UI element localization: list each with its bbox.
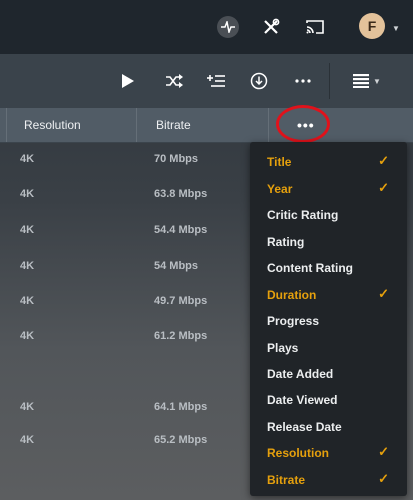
menu-item-label: Plays: [267, 341, 299, 355]
table-row[interactable]: 4K 65.2 Mbps: [0, 434, 250, 454]
cast-icon[interactable]: [304, 16, 326, 38]
menu-item-critic-rating[interactable]: Critic Rating: [250, 202, 407, 228]
download-icon[interactable]: [247, 69, 271, 93]
menu-item-resolution[interactable]: Resolution ✓: [250, 440, 407, 466]
resolution-cell: 4K: [20, 260, 35, 272]
menu-item-label: Release Date: [267, 420, 342, 434]
column-divider: [268, 108, 269, 142]
menu-item-date-added[interactable]: Date Added: [250, 361, 407, 387]
menu-item-bitrate[interactable]: Bitrate ✓: [250, 467, 407, 493]
settings-tools-icon[interactable]: [260, 16, 282, 38]
resolution-cell: 4K: [20, 224, 35, 236]
bitrate-cell: 63.8 Mbps: [154, 188, 208, 200]
menu-item-label: Resolution: [267, 446, 329, 460]
menu-item-label: Title: [267, 155, 292, 169]
menu-item-label: Year: [267, 182, 293, 196]
menu-item-title[interactable]: Title ✓: [250, 149, 407, 175]
avatar-letter: F: [367, 18, 377, 34]
resolution-cell: 4K: [20, 295, 35, 307]
column-header-bitrate[interactable]: Bitrate: [156, 108, 191, 142]
shuffle-icon[interactable]: [162, 69, 186, 93]
menu-item-label: Content Rating: [267, 261, 353, 275]
resolution-cell: 4K: [20, 188, 35, 200]
checkmark-icon: ✓: [378, 286, 389, 301]
table-row[interactable]: 4K 63.8 Mbps: [0, 188, 250, 208]
menu-item-label: Duration: [267, 288, 317, 302]
bitrate-cell: 54 Mbps: [154, 260, 199, 272]
table-row[interactable]: 4K 70 Mbps: [0, 153, 250, 173]
resolution-cell: 4K: [20, 434, 35, 446]
toolbar-divider: [329, 63, 330, 99]
checkmark-icon: ✓: [378, 444, 389, 459]
table-row[interactable]: 4K 54 Mbps: [0, 260, 250, 280]
menu-item-content-rating[interactable]: Content Rating: [250, 255, 407, 281]
menu-item-label: Critic Rating: [267, 208, 339, 222]
bitrate-cell: 65.2 Mbps: [154, 434, 208, 446]
checkmark-icon: ✓: [378, 180, 389, 195]
bitrate-cell: 49.7 Mbps: [154, 295, 208, 307]
menu-item-duration[interactable]: Duration ✓: [250, 282, 407, 308]
resolution-cell: 4K: [20, 153, 35, 165]
avatar[interactable]: F: [359, 13, 385, 39]
table-row[interactable]: 4K 49.7 Mbps: [0, 295, 250, 315]
bitrate-cell: 54.4 Mbps: [154, 224, 208, 236]
toolbar: ▼: [0, 54, 413, 108]
resolution-cell: 4K: [20, 330, 35, 342]
checkmark-icon: ✓: [378, 153, 389, 168]
menu-item-label: Progress: [267, 314, 320, 328]
table-row[interactable]: 4K 64.1 Mbps: [0, 401, 250, 421]
more-icon[interactable]: [291, 69, 315, 93]
menu-item-release-date[interactable]: Release Date: [250, 414, 407, 440]
column-options-menu: Title ✓ Year ✓ Critic Rating Rating Cont…: [250, 142, 407, 496]
annotation-highlight-circle: [276, 105, 330, 143]
menu-item-year[interactable]: Year ✓: [250, 176, 407, 202]
checkmark-icon: ✓: [378, 471, 389, 486]
table-header: Resolution Bitrate •••: [0, 108, 413, 143]
chevron-down-icon[interactable]: ▼: [392, 24, 400, 33]
resolution-cell: 4K: [20, 401, 35, 413]
top-bar: F ▼: [0, 0, 413, 54]
view-list-icon[interactable]: [349, 69, 373, 93]
bitrate-cell: 61.2 Mbps: [154, 330, 208, 342]
add-to-queue-icon[interactable]: [204, 69, 228, 93]
menu-item-label: Bitrate: [267, 473, 306, 487]
bitrate-cell: 70 Mbps: [154, 153, 199, 165]
column-divider: [136, 108, 137, 142]
menu-item-label: Rating: [267, 235, 305, 249]
play-icon[interactable]: [116, 69, 140, 93]
menu-item-date-viewed[interactable]: Date Viewed: [250, 387, 407, 413]
menu-item-rating[interactable]: Rating: [250, 229, 407, 255]
table-row[interactable]: 4K 61.2 Mbps: [0, 330, 250, 350]
view-chevron-down-icon[interactable]: ▼: [373, 77, 381, 86]
menu-item-progress[interactable]: Progress: [250, 308, 407, 334]
activity-icon[interactable]: [217, 16, 239, 38]
menu-item-plays[interactable]: Plays: [250, 335, 407, 361]
bitrate-cell: 64.1 Mbps: [154, 401, 208, 413]
menu-item-label: Date Added: [267, 367, 334, 381]
menu-item-label: Date Viewed: [267, 393, 338, 407]
table-row[interactable]: 4K 54.4 Mbps: [0, 224, 250, 244]
column-divider: [6, 108, 7, 142]
column-header-resolution[interactable]: Resolution: [24, 108, 81, 142]
